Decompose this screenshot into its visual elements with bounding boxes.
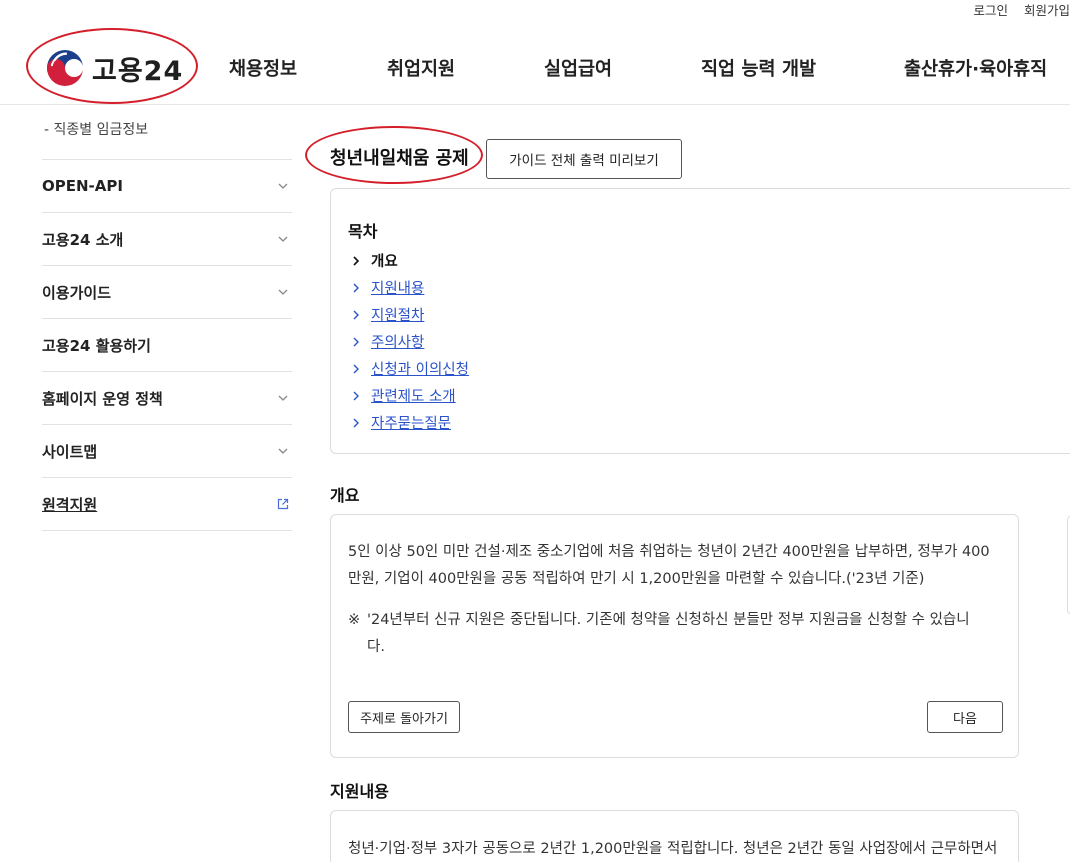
toc-item-support-details[interactable]: 지원내용 xyxy=(351,274,469,301)
support-text-line1: 청년·기업·정부 3자가 공동으로 2년간 1,200만원을 적립합니다. 청년… xyxy=(348,841,998,857)
chevron-right-icon xyxy=(353,337,359,346)
print-preview-button[interactable]: 가이드 전체 출력 미리보기 xyxy=(486,139,682,179)
toc-item-procedure[interactable]: 지원절차 xyxy=(351,301,469,328)
section-title-support: 지원내용 xyxy=(330,782,389,801)
nav-item-vocational-training[interactable]: 직업 능력 개발 xyxy=(701,55,816,81)
note-line2: 다. xyxy=(367,639,385,655)
chevron-right-icon xyxy=(353,310,359,319)
note-mark: ※ xyxy=(348,612,361,628)
toc-item-label: 지원절차 xyxy=(371,308,425,324)
sidebar-sub-link-wage-info[interactable]: - 직종별 임금정보 xyxy=(44,119,148,139)
toc-item-overview[interactable]: 개요 xyxy=(351,247,469,274)
overview-card: 5인 이상 50인 미만 건설·제조 중소기업에 처음 취업하는 청년이 2년간… xyxy=(330,514,1019,758)
chevron-right-icon xyxy=(353,283,359,292)
back-to-topic-button[interactable]: 주제로 돌아가기 xyxy=(348,701,460,733)
nav-item-jobs[interactable]: 채용정보 xyxy=(229,55,297,81)
chevron-right-icon xyxy=(353,418,359,427)
toc-item-cautions[interactable]: 주의사항 xyxy=(351,328,469,355)
main-navigation: 채용정보 취업지원 실업급여 직업 능력 개발 출산휴가·육아휴직 xyxy=(0,55,1070,81)
toc-list: 개요 지원내용 지원절차 주의사항 신청과 이의신청 관련제도 소개 자주묻는질… xyxy=(351,247,469,436)
next-button[interactable]: 다음 xyxy=(927,701,1003,733)
toc-item-application[interactable]: 신청과 이의신청 xyxy=(351,355,469,382)
chevron-right-icon xyxy=(353,391,359,400)
toc-item-label: 자주묻는질문 xyxy=(371,416,452,432)
toc-item-label: 주의사항 xyxy=(371,335,425,351)
chevron-right-icon xyxy=(353,255,360,266)
external-link-icon xyxy=(277,498,289,510)
toc-item-label: 개요 xyxy=(371,254,398,270)
toc-title: 목차 xyxy=(348,222,378,241)
sidebar-item-remote-support[interactable]: 원격지원 xyxy=(42,478,292,531)
sidebar-item-label: 원격지원 xyxy=(42,495,98,514)
chevron-down-icon xyxy=(278,236,288,242)
sidebar-item-how-to-use[interactable]: 고용24 활용하기 xyxy=(42,319,292,372)
nav-item-parental-leave[interactable]: 출산휴가·육아휴직 xyxy=(904,55,1047,81)
chevron-down-icon xyxy=(278,448,288,454)
sidebar-item-open-api[interactable]: OPEN-API xyxy=(42,160,292,213)
sidebar-item-user-guide[interactable]: 이용가이드 xyxy=(42,266,292,319)
sidebar-item-sitemap[interactable]: 사이트맵 xyxy=(42,425,292,478)
sidebar-item-label: 고용24 소개 xyxy=(42,230,124,249)
nav-item-employment-support[interactable]: 취업지원 xyxy=(387,55,455,81)
table-of-contents: 목차 개요 지원내용 지원절차 주의사항 신청과 이의신청 관련제도 소개 자주… xyxy=(330,188,1070,454)
sidebar-item-label: OPEN-API xyxy=(42,177,123,195)
sidebar-item-label: 홈페이지 운영 정책 xyxy=(42,389,163,408)
nav-item-unemployment-benefits[interactable]: 실업급여 xyxy=(544,55,612,81)
chevron-down-icon xyxy=(278,395,288,401)
toc-item-label: 관련제도 소개 xyxy=(371,389,456,405)
sidebar-menu: OPEN-API 고용24 소개 이용가이드 고용24 활용하기 홈페이지 운영… xyxy=(42,159,292,531)
toc-item-label: 지원내용 xyxy=(371,281,425,297)
site-header: 고용24 채용정보 취업지원 실업급여 직업 능력 개발 출산휴가·육아휴직 xyxy=(0,18,1070,105)
chevron-right-icon xyxy=(353,364,359,373)
sidebar-item-label: 이용가이드 xyxy=(42,283,112,302)
toc-item-label: 신청과 이의신청 xyxy=(371,362,469,378)
section-title-overview: 개요 xyxy=(330,486,360,505)
toc-item-related-programs[interactable]: 관련제도 소개 xyxy=(351,382,469,409)
chevron-down-icon xyxy=(278,289,288,295)
sidebar-item-label: 고용24 활용하기 xyxy=(42,336,151,355)
sidebar-item-about[interactable]: 고용24 소개 xyxy=(42,213,292,266)
utility-links: 로그인 회원가입 xyxy=(973,0,1070,18)
login-link[interactable]: 로그인 xyxy=(973,0,1008,18)
chevron-down-icon xyxy=(278,183,288,189)
overview-note: ※ '24년부터 신규 지원은 중단됩니다. 기존에 청약을 신청하신 분들만 … xyxy=(348,607,998,661)
support-card: 청년·기업·정부 3자가 공동으로 2년간 1,200만원을 적립합니다. 청년… xyxy=(330,810,1019,862)
note-line1: '24년부터 신규 지원은 중단됩니다. 기존에 청약을 신청하신 분들만 정부… xyxy=(367,612,970,628)
page-title: 청년내일채움 공제 xyxy=(330,148,469,169)
toc-item-faq[interactable]: 자주묻는질문 xyxy=(351,409,469,436)
overview-text-line1: 5인 이상 50인 미만 건설·제조 중소기업에 처음 취업하는 청년이 2년간… xyxy=(348,544,990,560)
signup-link[interactable]: 회원가입 xyxy=(1024,0,1070,18)
sidebar-item-site-policy[interactable]: 홈페이지 운영 정책 xyxy=(42,372,292,425)
overview-text-line2: 만원, 기업이 400만원을 공동 적립하여 만기 시 1,200만원을 마련할… xyxy=(348,571,925,587)
sidebar-item-label: 사이트맵 xyxy=(42,442,98,461)
